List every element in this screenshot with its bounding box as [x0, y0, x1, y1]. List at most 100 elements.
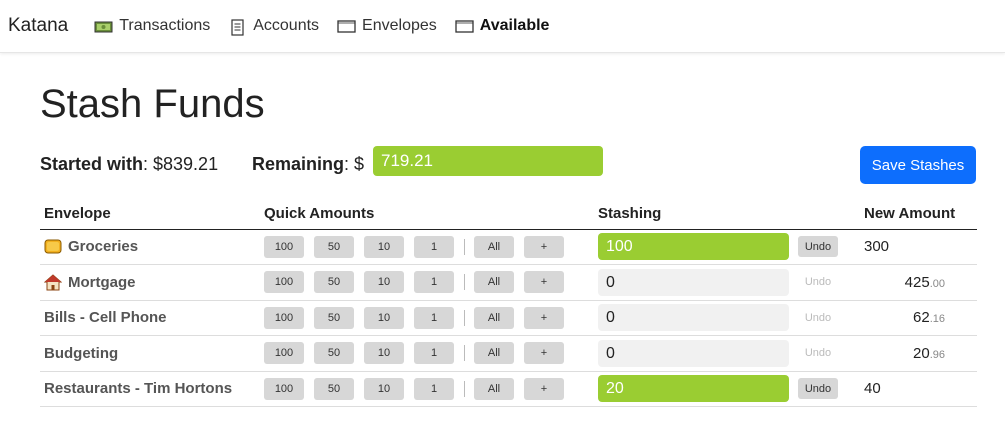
quick-amount-button[interactable]: 100 [264, 271, 304, 294]
header-envelope: Envelope [40, 199, 260, 230]
quick-amount-button[interactable]: 100 [264, 306, 304, 329]
quick-amount-button[interactable]: 50 [314, 342, 354, 365]
quick-separator [464, 345, 465, 362]
quick-amount-button[interactable]: 10 [364, 342, 404, 365]
quick-amount-button[interactable]: 1 [414, 342, 454, 365]
remaining-prefix: : $ [344, 154, 365, 174]
quick-amounts: 100 50 10 1 All + [264, 306, 590, 329]
new-amount-cents: .96 [929, 348, 945, 361]
quick-amount-button[interactable]: + [524, 377, 564, 400]
quick-amount-button[interactable]: + [524, 271, 564, 294]
save-stashes-button[interactable]: Save Stashes [860, 146, 976, 184]
quick-amount-button[interactable]: 10 [364, 306, 404, 329]
envelope-name[interactable]: Budgeting [44, 345, 256, 362]
envelope-label: Budgeting [44, 344, 119, 362]
undo-button[interactable]: Undo [798, 236, 838, 258]
stashing-control: 0 Undo [598, 268, 856, 296]
stashing-cell: 20 Undo [594, 371, 860, 407]
new-amount-value: 300 [864, 238, 890, 256]
quick-amount-button[interactable]: 100 [264, 342, 304, 365]
quick-amount-button[interactable]: 50 [314, 235, 354, 258]
nav-accounts[interactable]: Accounts [228, 17, 320, 36]
table-row: Budgeting 100 50 10 1 All + 0 Undo 20.96 [40, 335, 977, 372]
stashing-control: 100 Undo [598, 233, 856, 261]
quick-amount-button[interactable]: All [474, 235, 514, 258]
house-icon [43, 274, 63, 291]
quick-amount-button[interactable]: 10 [364, 271, 404, 294]
remaining: Remaining: $ [252, 154, 364, 175]
quick-amount-button[interactable]: + [524, 342, 564, 365]
nav-envelopes[interactable]: Envelopes [337, 17, 437, 35]
stash-summary: Started with: $839.21 Remaining: $ 719.2… [40, 144, 977, 194]
quick-amount-button[interactable]: 1 [414, 235, 454, 258]
envelope-name[interactable]: Restaurants - Tim Hortons [44, 380, 256, 397]
stashing-control: 0 Undo [598, 339, 856, 367]
quick-amount-button[interactable]: 50 [314, 306, 354, 329]
nav-available[interactable]: Available [455, 17, 550, 35]
undo-button[interactable]: Undo [798, 378, 838, 400]
new-amount-cell: 20.96 [860, 335, 977, 372]
stashing-control: 20 Undo [598, 375, 856, 403]
stash-input[interactable]: 0 [598, 268, 789, 296]
stash-input[interactable]: 0 [598, 339, 789, 367]
quick-amount-button[interactable]: 50 [314, 271, 354, 294]
stashing-cell: 0 Undo [594, 300, 860, 336]
remaining-label: Remaining [252, 154, 345, 174]
envelope-icon [455, 19, 474, 34]
quick-amount-button[interactable]: + [524, 306, 564, 329]
quick-amount-button[interactable]: 1 [414, 271, 454, 294]
quick-amount-button[interactable]: 1 [414, 306, 454, 329]
quick-amount-button[interactable]: 100 [264, 235, 304, 258]
stashing-cell: 0 Undo [594, 335, 860, 372]
envelope-name[interactable]: Mortgage [43, 274, 256, 291]
quick-amount-button[interactable]: 10 [364, 377, 404, 400]
envelope-label: Groceries [68, 238, 139, 256]
undo-button[interactable]: Undo [798, 272, 838, 293]
envelope-cell: Budgeting [40, 335, 260, 372]
stash-input[interactable]: 100 [598, 233, 789, 261]
undo-button[interactable]: Undo [798, 343, 838, 364]
quick-amount-button[interactable]: All [474, 342, 514, 365]
quick-amounts: 100 50 10 1 All + [264, 271, 590, 294]
quick-amount-button[interactable]: All [474, 306, 514, 329]
undo-button[interactable]: Undo [798, 307, 838, 328]
quick-amount-button[interactable]: 1 [414, 377, 454, 400]
envelope-cell: Groceries [40, 229, 260, 265]
stash-input[interactable]: 0 [598, 304, 789, 332]
nav-transactions[interactable]: Transactions [94, 17, 210, 35]
top-nav: Katana Transactions Accounts Envelopes A… [0, 0, 1005, 53]
nav-available-label: Available [479, 17, 550, 34]
main-content: Stash Funds Started with: $839.21 Remain… [40, 53, 977, 407]
ledger-icon [228, 18, 247, 36]
quick-amount-button[interactable]: + [524, 235, 564, 258]
new-amount-cell: 62.16 [860, 300, 977, 336]
envelope-icon [337, 19, 356, 34]
quick-amount-button[interactable]: All [474, 377, 514, 400]
envelope-name[interactable]: Bills - Cell Phone [44, 309, 256, 326]
table-row: Groceries 100 50 10 1 All + 100 Undo 300 [40, 229, 977, 265]
started-label: Started with [40, 154, 144, 174]
nav-envelopes-label: Envelopes [362, 17, 437, 34]
brand-logo[interactable]: Katana [8, 15, 68, 37]
quick-separator [464, 309, 465, 326]
stash-table: Envelope Quick Amounts Stashing New Amou… [40, 199, 977, 407]
table-header-row: Envelope Quick Amounts Stashing New Amou… [40, 199, 977, 230]
quick-amounts-cell: 100 50 10 1 All + [260, 264, 594, 301]
quick-amount-button[interactable]: All [474, 271, 514, 294]
envelope-cell: Mortgage [40, 264, 260, 301]
remaining-value: 719.21 [373, 146, 603, 176]
header-stashing: Stashing [594, 199, 860, 230]
envelope-name[interactable]: Groceries [44, 238, 256, 255]
table-row: Mortgage 100 50 10 1 All + 0 Undo 425.00 [40, 264, 977, 301]
stash-input[interactable]: 20 [598, 375, 789, 403]
nav-accounts-label: Accounts [253, 17, 320, 34]
quick-amounts: 100 50 10 1 All + [264, 235, 590, 258]
quick-amount-button[interactable]: 100 [264, 377, 304, 400]
quick-amounts-cell: 100 50 10 1 All + [260, 335, 594, 372]
stashing-cell: 100 Undo [594, 229, 860, 265]
quick-amount-button[interactable]: 50 [314, 377, 354, 400]
quick-amount-button[interactable]: 10 [364, 235, 404, 258]
new-amount-value: 62 [913, 309, 930, 327]
table-row: Bills - Cell Phone 100 50 10 1 All + 0 Undo 6… [40, 300, 977, 336]
new-amount-cell: 425.00 [860, 264, 977, 301]
